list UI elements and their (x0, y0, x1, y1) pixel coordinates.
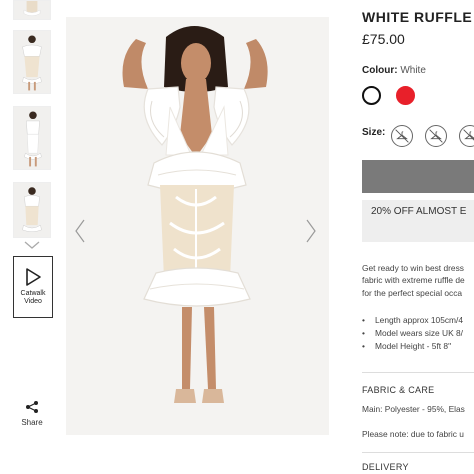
hanger-crossed-icon (429, 129, 443, 143)
fabric-care-heading[interactable]: FABRIC & CARE (362, 385, 434, 395)
thumbnail-image (14, 107, 50, 169)
promo-banner[interactable]: 20% OFF ALMOST E (362, 200, 474, 242)
thumbnails-down-icon[interactable] (22, 240, 42, 250)
thumbnail-image (14, 1, 50, 19)
next-image-arrow-icon[interactable] (305, 218, 317, 244)
product-description: Get ready to win best dress fabric with … (362, 262, 465, 299)
description-line: Get ready to win best dress (362, 263, 464, 273)
play-icon (26, 268, 41, 286)
product-price: £75.00 (362, 31, 405, 47)
catwalk-video-button[interactable]: Catwalk Video (13, 256, 53, 318)
size-label: Size: (362, 127, 386, 138)
thumbnail-2[interactable] (13, 106, 51, 170)
colour-value: White (400, 65, 426, 76)
catwalk-label: Catwalk (20, 290, 46, 297)
hanger-crossed-icon (463, 129, 474, 141)
previous-image-arrow-icon[interactable] (74, 218, 86, 244)
main-product-image[interactable] (66, 17, 329, 435)
size-option-unavailable[interactable] (459, 125, 474, 147)
share-icon (26, 401, 38, 413)
product-title: WHITE RUFFLE DE (362, 9, 474, 25)
description-line: fabric with extreme ruffle de (362, 275, 465, 286)
detail-item: Length approx 105cm/4 (362, 314, 463, 327)
colour-row: Colour: White (362, 65, 426, 76)
fabric-composition: Main: Polyester - 95%, Elas (362, 404, 465, 414)
swatch-white[interactable] (362, 86, 381, 105)
size-option-unavailable[interactable] (391, 125, 413, 147)
divider (362, 372, 474, 373)
hanger-crossed-icon (395, 129, 409, 143)
swatch-red[interactable] (396, 86, 415, 105)
delivery-heading[interactable]: DELIVERY (362, 462, 409, 472)
add-to-bag-button[interactable] (362, 160, 474, 193)
thumbnail-image (14, 31, 50, 93)
catwalk-video-label: Video (24, 298, 42, 305)
share-label: Share (21, 418, 43, 427)
product-details-list: Length approx 105cm/4 Model wears size U… (362, 314, 463, 353)
thumbnail-0[interactable] (13, 0, 51, 20)
thumbnail-image (14, 183, 50, 237)
thumbnail-1[interactable] (13, 30, 51, 94)
size-option-unavailable[interactable] (425, 125, 447, 147)
colour-label: Colour: (362, 65, 398, 76)
detail-item: Model wears size UK 8/ (362, 327, 463, 340)
detail-item: Model Height - 5ft 8" (362, 340, 463, 353)
product-photo (66, 17, 329, 435)
fabric-note: Please note: due to fabric u (362, 429, 464, 439)
description-line: for the perfect special occa (362, 287, 463, 298)
share-button[interactable]: Share (17, 400, 47, 427)
thumbnail-3[interactable] (13, 182, 51, 238)
divider (362, 452, 474, 453)
